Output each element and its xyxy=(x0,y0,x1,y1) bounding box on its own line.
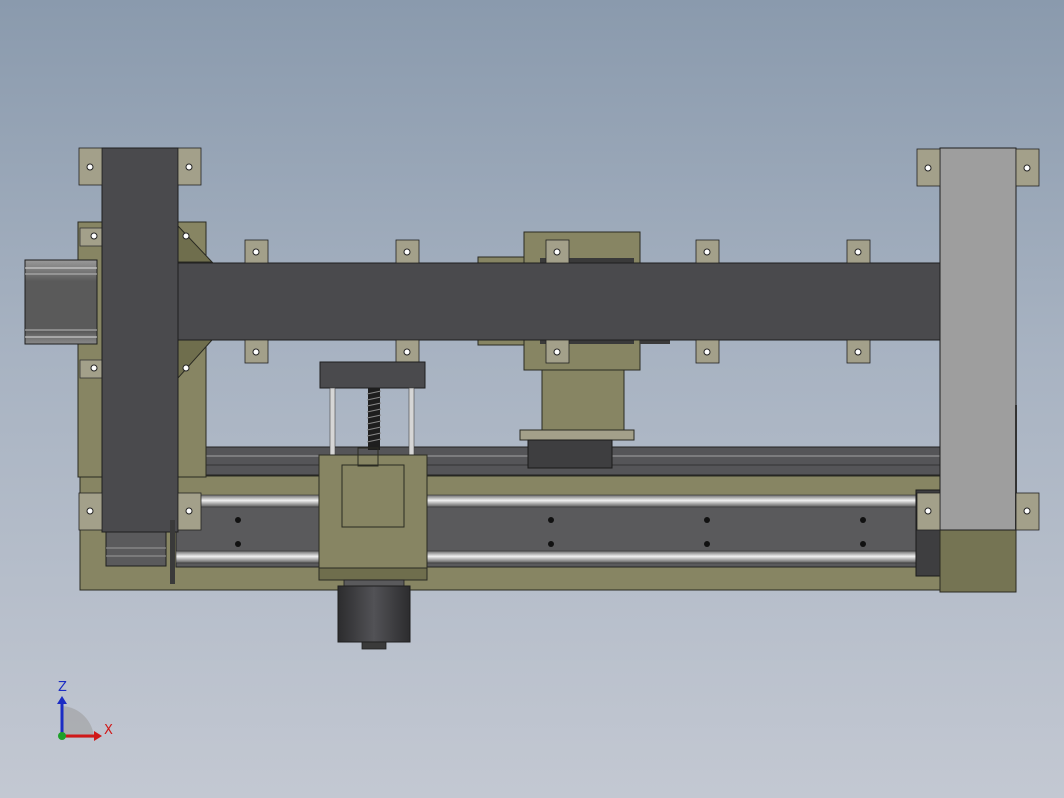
triad-z-label: Z xyxy=(58,680,67,695)
z-axis-stage[interactable] xyxy=(318,361,428,581)
triad-y-axis xyxy=(58,732,66,740)
base-assembly[interactable] xyxy=(79,446,941,591)
guide-rod-right[interactable] xyxy=(408,387,415,457)
left-stepper-motor[interactable] xyxy=(24,259,98,345)
linear-rod-upper[interactable] xyxy=(195,494,931,508)
crossbeam[interactable] xyxy=(175,262,941,341)
triad-y-quadrant xyxy=(62,706,94,738)
bottom-stepper-motor[interactable] xyxy=(337,579,411,650)
cad-viewport[interactable]: Z X xyxy=(0,0,1064,798)
linear-rod-lower[interactable] xyxy=(175,550,931,564)
z-top-plate[interactable] xyxy=(319,361,426,389)
lead-screw[interactable] xyxy=(366,388,382,450)
right-upright[interactable] xyxy=(916,147,1040,593)
guide-rod-left[interactable] xyxy=(329,387,336,457)
orientation-triad: Z X xyxy=(57,680,113,741)
triad-x-label: X xyxy=(104,723,113,738)
